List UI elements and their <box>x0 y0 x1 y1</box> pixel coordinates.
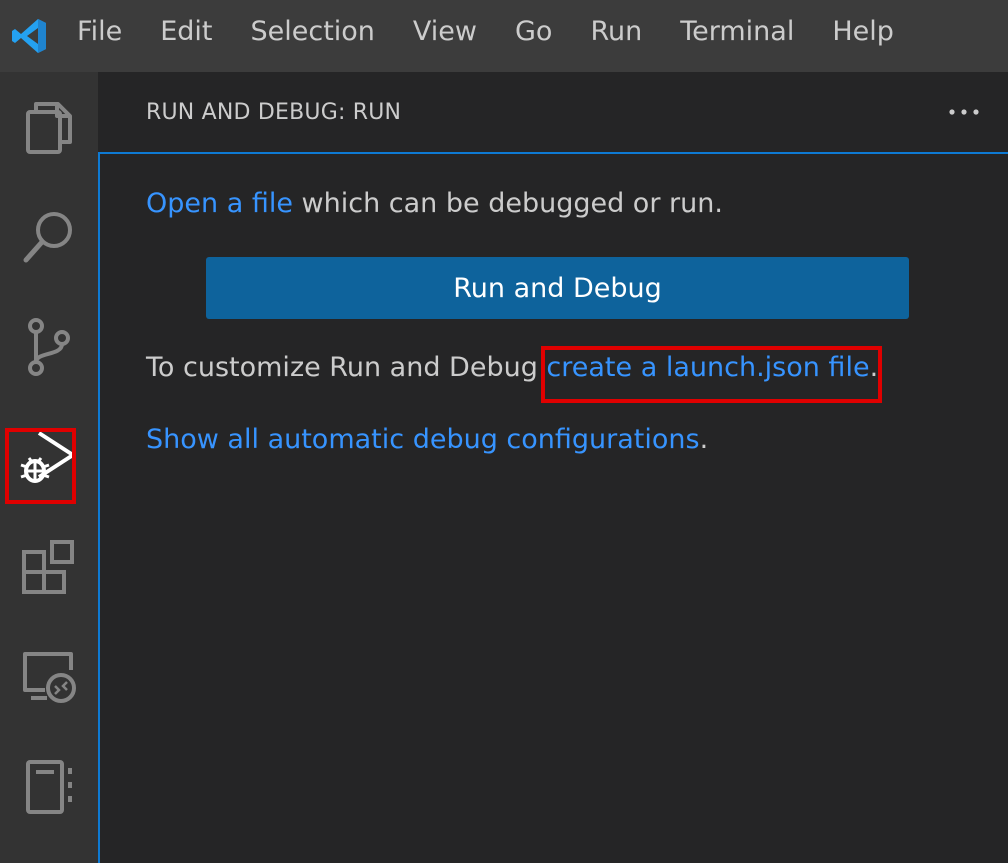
activity-notebook[interactable] <box>0 732 98 842</box>
show-all-message: Show all automatic debug configurations. <box>146 424 708 455</box>
customize-message: To customize Run and Debug create a laun… <box>146 352 878 383</box>
search-icon <box>23 212 72 263</box>
run-and-debug-panel: RUN AND DEBUG: RUN Open a file which can… <box>98 72 1008 863</box>
ellipsis-icon <box>949 109 979 115</box>
menu-view[interactable]: View <box>394 0 496 72</box>
activity-remote-explorer[interactable] <box>0 622 98 732</box>
panel-title: RUN AND DEBUG: RUN <box>146 100 402 125</box>
open-file-message: Open a file which can be debugged or run… <box>146 188 723 219</box>
menu-file[interactable]: File <box>58 0 141 72</box>
menu-run[interactable]: Run <box>571 0 661 72</box>
menu-help[interactable]: Help <box>813 0 913 72</box>
customize-prefix: To customize Run and Debug <box>146 352 547 383</box>
menu-selection[interactable]: Selection <box>231 0 393 72</box>
notebook-icon <box>26 760 72 814</box>
panel-header: RUN AND DEBUG: RUN <box>98 72 1008 154</box>
focus-border <box>98 154 100 863</box>
activity-bar <box>0 72 98 863</box>
show-all-configurations-link[interactable]: Show all automatic debug configurations <box>146 424 700 455</box>
activity-extensions[interactable] <box>0 512 98 622</box>
activity-explorer[interactable] <box>0 72 98 182</box>
create-launch-json-link[interactable]: create a launch.json file <box>546 352 869 383</box>
source-control-icon <box>28 318 70 376</box>
activity-run-and-debug[interactable] <box>0 402 98 512</box>
run-debug-icon <box>20 431 75 483</box>
menu-go[interactable]: Go <box>496 0 571 72</box>
open-file-suffix: which can be debugged or run. <box>292 188 723 219</box>
files-icon <box>26 102 72 154</box>
more-actions-button[interactable] <box>944 94 984 130</box>
activity-search[interactable] <box>0 182 98 292</box>
customize-suffix: . <box>869 352 879 383</box>
show-all-suffix: . <box>699 424 709 455</box>
menu-terminal[interactable]: Terminal <box>661 0 813 72</box>
remote-explorer-icon <box>23 652 76 703</box>
vscode-window: File Edit Selection View Go Run Terminal… <box>0 0 1008 863</box>
menu-edit[interactable]: Edit <box>141 0 231 72</box>
open-file-link[interactable]: Open a file <box>146 188 293 219</box>
run-and-debug-button[interactable]: Run and Debug <box>206 257 909 319</box>
vscode-logo-icon <box>0 0 58 72</box>
activity-source-control[interactable] <box>0 292 98 402</box>
extensions-icon <box>22 540 74 594</box>
menu-bar: File Edit Selection View Go Run Terminal… <box>0 0 1008 72</box>
